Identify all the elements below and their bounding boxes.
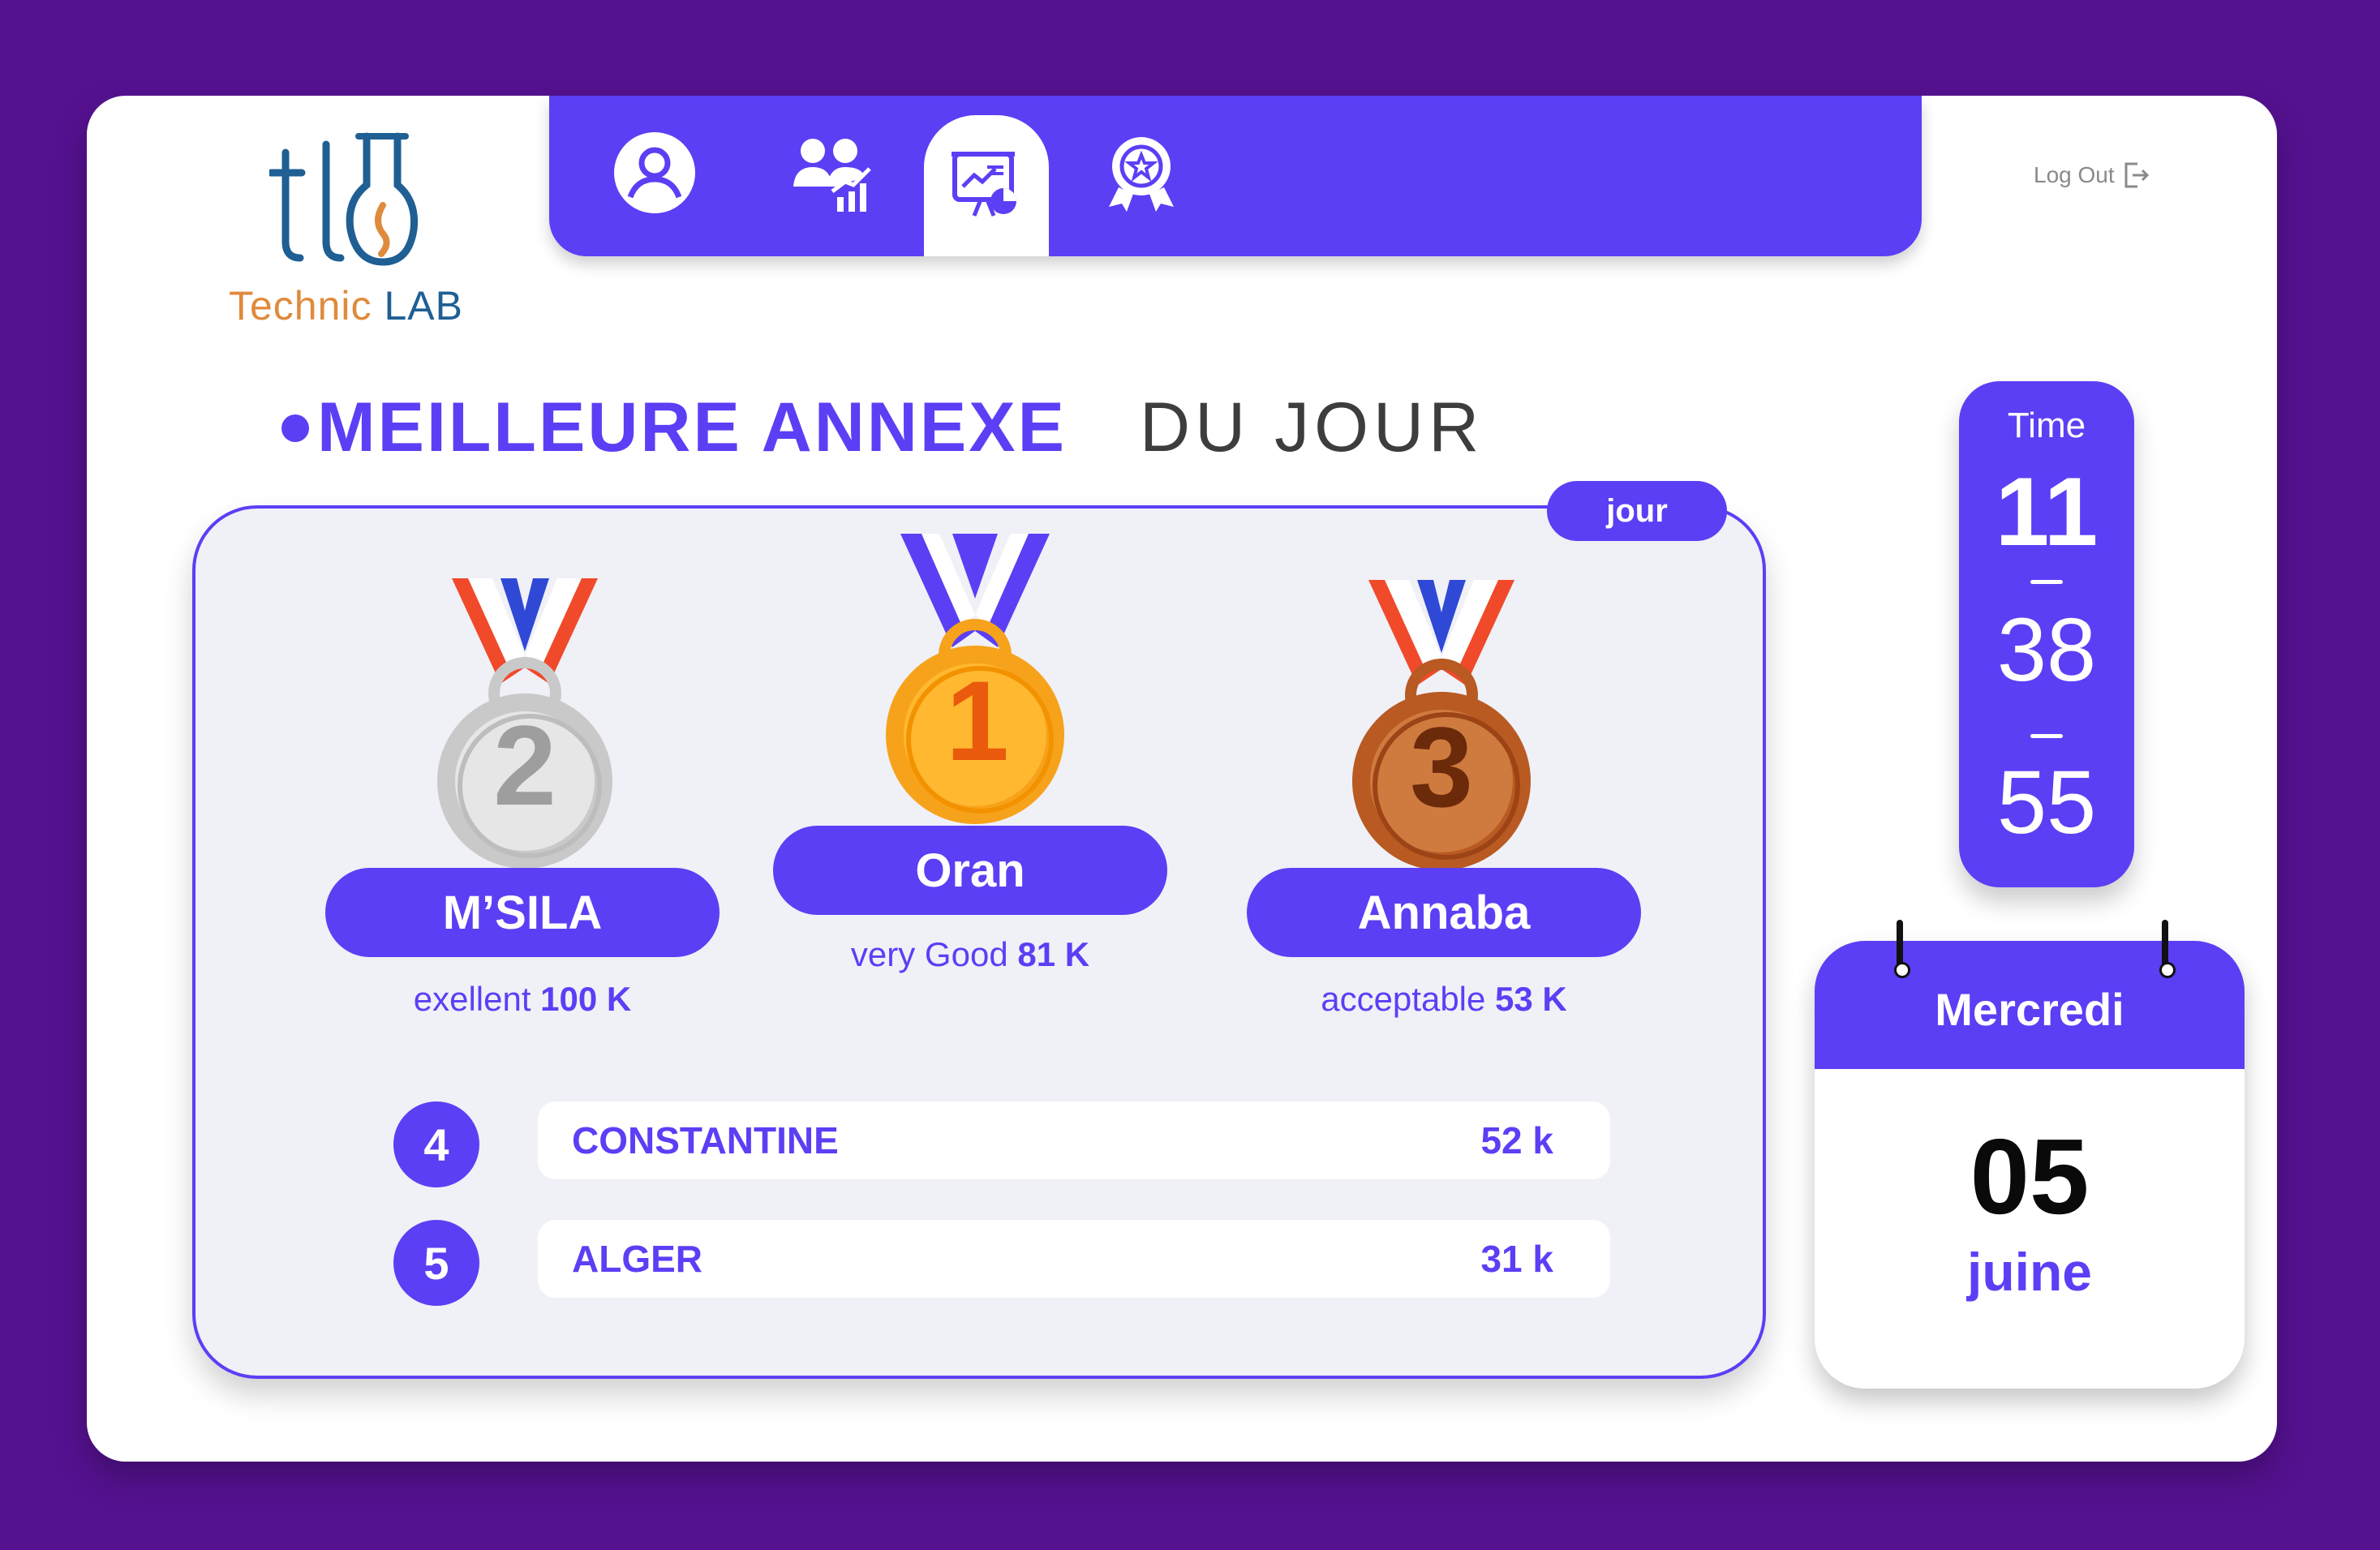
main-card: Technic LAB Log Out MEILLEURE ANNEXE DU … [87,96,2277,1462]
calendar-day: 05 [1970,1117,2090,1236]
table-row[interactable]: CONSTANTINE 52 k [538,1101,1610,1179]
nav-awards[interactable] [1093,128,1190,217]
clock-label: Time [2007,406,2086,445]
logout-button[interactable]: Log Out [2034,161,2150,190]
brand-name-part2: LAB [384,283,463,328]
podium-score-rank2: exellent 100 K [325,980,720,1019]
clock-minutes: 38 [1996,600,2097,700]
page-title-bold: MEILLEURE ANNEXE [317,389,1067,466]
podium-value-rank3: 53 K [1495,980,1567,1018]
nav-team-stats[interactable] [784,128,882,217]
rank-name-4: CONSTANTINE [572,1119,839,1161]
team-stats-icon [793,139,871,212]
title-bullet [281,414,309,442]
podium-score-rank1: very Good 81 K [773,935,1167,974]
silver-medal-number: 2 [493,702,556,829]
award-badge-icon [1109,137,1174,212]
podium-rating-rank1: very Good [850,935,1008,973]
top-nav [549,96,1922,256]
clock-widget: Time 11 38 55 [1959,381,2134,887]
logout-label: Log Out [2034,162,2115,187]
rank-value-5: 31 k [1480,1238,1553,1280]
user-icon [614,132,695,213]
brand-name-part1: Technic [229,283,372,328]
page-title-light: DU JOUR [1140,389,1484,466]
calendar-ring-left [1894,920,1910,978]
period-badge[interactable]: jour [1547,481,1727,541]
logo-flask-icon [269,132,419,266]
clock-hours: 11 [1995,457,2099,566]
brand-logo: Technic LAB [221,128,480,339]
logout-icon [2124,162,2149,188]
bronze-medal-number: 3 [1410,703,1473,831]
rank-name-5: ALGER [572,1238,702,1280]
rank-value-4: 52 k [1480,1119,1553,1161]
rank-number-4: 4 [393,1101,479,1187]
brand-name: Technic LAB [229,282,463,329]
nav-dashboard[interactable] [924,115,1049,256]
podium-name-rank2: M’SILA [325,868,720,957]
gold-medal-number: 1 [946,657,1009,784]
calendar-month: juine [1966,1242,2092,1302]
clock-seconds: 55 [1996,753,2097,852]
clock-separator [2030,580,2063,584]
dashboard-presentation-icon [952,152,1016,217]
podium-name-rank1: Oran [773,826,1167,915]
nav-profile[interactable] [606,128,703,217]
podium-name-rank3: Annaba [1247,868,1641,957]
calendar-widget: Mercredi 05 juine [1815,941,2245,1389]
calendar-weekday: Mercredi [1815,941,2245,1069]
page-title: MEILLEURE ANNEXE DU JOUR [281,388,1484,468]
table-row[interactable]: ALGER 31 k [538,1220,1610,1298]
podium-value-rank2: 100 K [540,980,632,1018]
clock-separator [2030,734,2063,738]
rank-number-5: 5 [393,1220,479,1306]
calendar-ring-right [2159,920,2176,978]
podium-rating-rank3: acceptable [1321,980,1486,1018]
podium-rating-rank2: exellent [413,980,531,1018]
podium-value-rank1: 81 K [1017,935,1090,973]
podium-score-rank3: acceptable 53 K [1247,980,1641,1019]
